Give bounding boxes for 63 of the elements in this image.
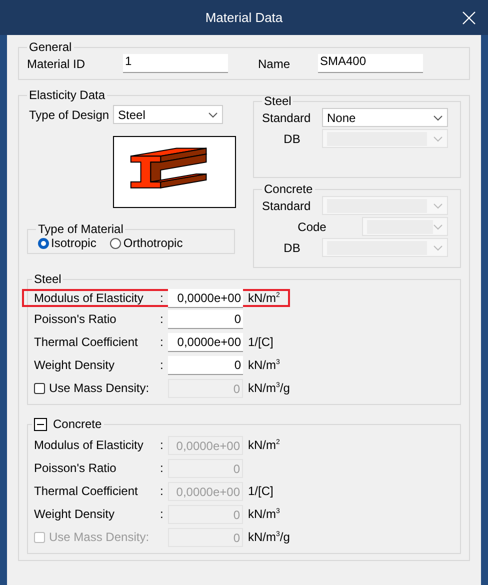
field-label: Name bbox=[258, 56, 292, 70]
group-title: Steel bbox=[263, 94, 292, 108]
group-title: Concrete bbox=[263, 182, 314, 196]
field-label: Modulus of Elasticity bbox=[34, 438, 144, 452]
unit-label: kN/m$^{3}$ bbox=[248, 507, 280, 521]
collapse-icon[interactable] bbox=[34, 418, 47, 430]
chevron-down-icon bbox=[433, 136, 443, 142]
unit-label: 1/[C] bbox=[248, 484, 274, 498]
group-title: General bbox=[28, 40, 73, 54]
radio-label: Isotropic bbox=[51, 236, 96, 250]
colon: : bbox=[160, 438, 164, 452]
dropdown[interactable]: None bbox=[322, 108, 448, 127]
unit-label: kN/m$^{3}$/g bbox=[248, 381, 290, 395]
checkbox-label: Use Mass Density: bbox=[49, 530, 150, 544]
field-label: Standard bbox=[262, 110, 312, 124]
field-label: Weight Density bbox=[34, 358, 116, 372]
checkbox[interactable] bbox=[34, 382, 45, 394]
field-label: Code bbox=[296, 220, 328, 234]
field-label: DB bbox=[282, 240, 302, 254]
input-field[interactable]: 0 bbox=[168, 310, 243, 328]
unit-label: kN/m$^{2}$ bbox=[248, 438, 280, 452]
field-label: Material ID bbox=[27, 56, 86, 70]
group-title: Steel bbox=[33, 272, 62, 286]
unit-label: kN/m$^{3}$/g bbox=[248, 530, 290, 544]
colon: : bbox=[160, 484, 164, 498]
group-title: Concrete bbox=[53, 417, 102, 431]
unit-label: 1/[C] bbox=[248, 335, 274, 349]
radio-button[interactable] bbox=[38, 238, 49, 248]
field-label: Poisson's Ratio bbox=[34, 312, 118, 326]
field-label: Standard bbox=[262, 198, 312, 212]
colon: : bbox=[160, 358, 164, 372]
input-field[interactable]: 0,0000e+00 bbox=[168, 332, 243, 352]
chevron-down-icon bbox=[208, 112, 218, 118]
radio-button[interactable] bbox=[110, 238, 122, 248]
unit-label: kN/m$^{2}$ bbox=[248, 291, 280, 305]
field-label: Modulus of Elasticity bbox=[34, 291, 144, 305]
field-label: Type of Design bbox=[29, 108, 110, 122]
field-label: Poisson's Ratio bbox=[34, 461, 118, 475]
colon: : bbox=[160, 461, 164, 475]
chevron-down-icon bbox=[433, 244, 443, 250]
group-title: Elasticity Data bbox=[28, 88, 106, 102]
field-label: DB bbox=[282, 132, 302, 146]
window-title: Material Data bbox=[205, 10, 283, 25]
close-icon[interactable] bbox=[462, 11, 476, 25]
input-field[interactable]: 0 bbox=[168, 356, 243, 374]
colon: : bbox=[160, 312, 164, 326]
input-field[interactable]: 1 bbox=[123, 54, 228, 73]
input-field[interactable]: SMA400 bbox=[318, 54, 423, 73]
chevron-down-icon bbox=[433, 202, 443, 208]
checkbox-label: Use Mass Density: bbox=[49, 381, 150, 395]
colon: : bbox=[160, 507, 164, 521]
field-label: Weight Density bbox=[34, 507, 116, 521]
field-label: Thermal Coefficient bbox=[34, 484, 139, 498]
field-label: Thermal Coefficient bbox=[34, 335, 139, 349]
chevron-down-icon bbox=[433, 224, 443, 230]
chevron-down-icon bbox=[433, 114, 443, 120]
dropdown[interactable]: Steel bbox=[113, 105, 224, 124]
unit-label: kN/m$^{3}$ bbox=[248, 358, 280, 372]
colon: : bbox=[160, 291, 164, 305]
group-title: Type of Material bbox=[37, 222, 124, 236]
radio-label: Orthotropic bbox=[123, 236, 183, 250]
input-field[interactable]: 0,0000e+00 bbox=[168, 288, 243, 308]
colon: : bbox=[160, 335, 164, 349]
